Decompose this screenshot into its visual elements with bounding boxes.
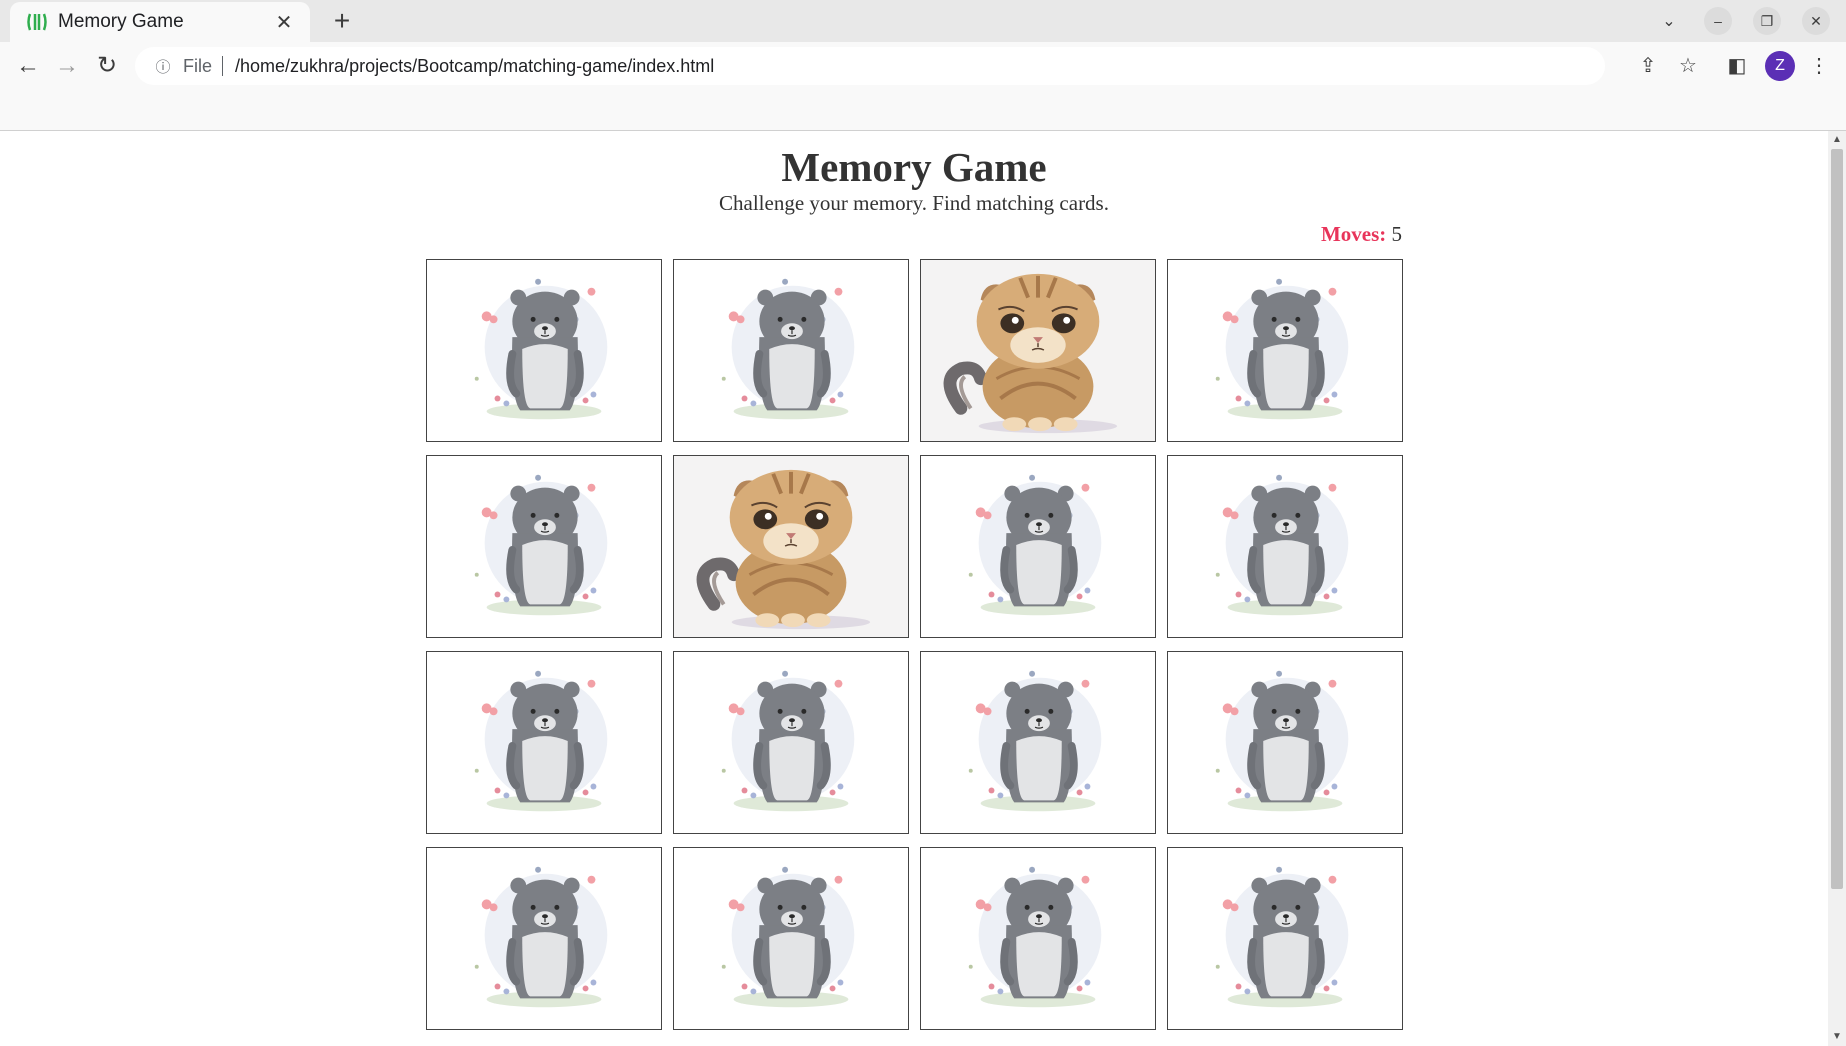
- file-label: File: [183, 55, 213, 76]
- memory-card[interactable]: [920, 259, 1156, 442]
- memory-card[interactable]: [920, 847, 1156, 1030]
- page-title: Memory Game: [781, 144, 1047, 190]
- page-subtitle: Challenge your memory. Find matching car…: [719, 191, 1109, 215]
- bear-illustration: [968, 866, 1102, 1008]
- favicon-icon: [26, 11, 48, 33]
- tab-strip: Memory Game ✕ + ⌄ – ❐ ✕: [0, 0, 1846, 42]
- memory-card[interactable]: [920, 651, 1156, 834]
- close-icon[interactable]: ✕: [272, 10, 296, 35]
- bear-illustration: [474, 866, 608, 1008]
- side-panel-icon[interactable]: ◧: [1721, 50, 1753, 82]
- memory-card[interactable]: [426, 847, 662, 1030]
- reload-icon[interactable]: ↻: [91, 50, 123, 82]
- bear-illustration: [721, 670, 855, 812]
- bear-illustration: [1215, 866, 1349, 1008]
- memory-card[interactable]: [673, 847, 909, 1030]
- forward-icon[interactable]: →: [51, 50, 83, 82]
- moves-label: Moves:: [1320, 222, 1387, 246]
- menu-icon[interactable]: ⋮: [1803, 50, 1835, 82]
- bear-illustration: [721, 866, 855, 1008]
- memory-card[interactable]: [673, 651, 909, 834]
- restore-icon: ❐: [1753, 7, 1781, 35]
- bear-illustration: [1215, 670, 1349, 812]
- cat-illustration: [696, 469, 871, 630]
- avatar[interactable]: Z: [1765, 51, 1795, 81]
- star-icon[interactable]: ☆: [1672, 50, 1704, 82]
- url-text[interactable]: /home/zukhra/projects/Bootcamp/matching-…: [235, 56, 714, 77]
- scroll-down-icon[interactable]: ▼: [1828, 1030, 1846, 1044]
- memory-card[interactable]: [1167, 259, 1403, 442]
- bear-illustration: [721, 278, 855, 420]
- minimize-icon: –: [1704, 7, 1732, 35]
- memory-card[interactable]: [673, 259, 909, 442]
- info-icon[interactable]: ⓘ: [149, 56, 177, 77]
- memory-card[interactable]: [1167, 847, 1403, 1030]
- chevron-down-icon[interactable]: ⌄: [1655, 8, 1683, 34]
- share-icon[interactable]: ⇪: [1632, 50, 1664, 82]
- bear-illustration: [474, 670, 608, 812]
- bookmark-bar: [0, 90, 1846, 131]
- bear-illustration: [1215, 278, 1349, 420]
- card-grid: [426, 259, 1406, 1030]
- plus-icon[interactable]: +: [326, 5, 358, 37]
- page-viewport: Memory Game Challenge your memory. Find …: [0, 131, 1828, 1046]
- browser-tab[interactable]: Memory Game ✕: [10, 2, 310, 42]
- bear-illustration: [968, 474, 1102, 616]
- memory-card[interactable]: [1167, 651, 1403, 834]
- scroll-up-icon[interactable]: ▲: [1828, 133, 1846, 147]
- cat-illustration: [943, 273, 1118, 434]
- minimize-button[interactable]: –: [1704, 7, 1732, 35]
- memory-card[interactable]: [426, 259, 662, 442]
- restore-button[interactable]: ❐: [1753, 7, 1781, 35]
- address-bar[interactable]: ⓘ File /home/zukhra/projects/Bootcamp/ma…: [135, 47, 1605, 85]
- memory-card[interactable]: [426, 455, 662, 638]
- window-close-icon: ✕: [1802, 7, 1830, 35]
- back-icon[interactable]: ←: [12, 50, 44, 82]
- memory-card[interactable]: [920, 455, 1156, 638]
- scrollbar-thumb[interactable]: [1831, 149, 1843, 889]
- tab-title: Memory Game: [58, 11, 184, 32]
- browser-toolbar: ← → ↻ ⓘ File /home/zukhra/projects/Bootc…: [0, 42, 1846, 90]
- omnibox-separator: [222, 56, 224, 76]
- bear-illustration: [474, 474, 608, 616]
- bear-illustration: [1215, 474, 1349, 616]
- bear-illustration: [968, 670, 1102, 812]
- bear-illustration: [474, 278, 608, 420]
- scrollbar[interactable]: ▲ ▼: [1828, 131, 1846, 1046]
- memory-card[interactable]: [426, 651, 662, 834]
- moves-value: 5: [1391, 222, 1403, 246]
- memory-card[interactable]: [1167, 455, 1403, 638]
- moves-counter: Moves: 5: [1200, 222, 1402, 247]
- memory-card[interactable]: [673, 455, 909, 638]
- window-close-button[interactable]: ✕: [1802, 7, 1830, 35]
